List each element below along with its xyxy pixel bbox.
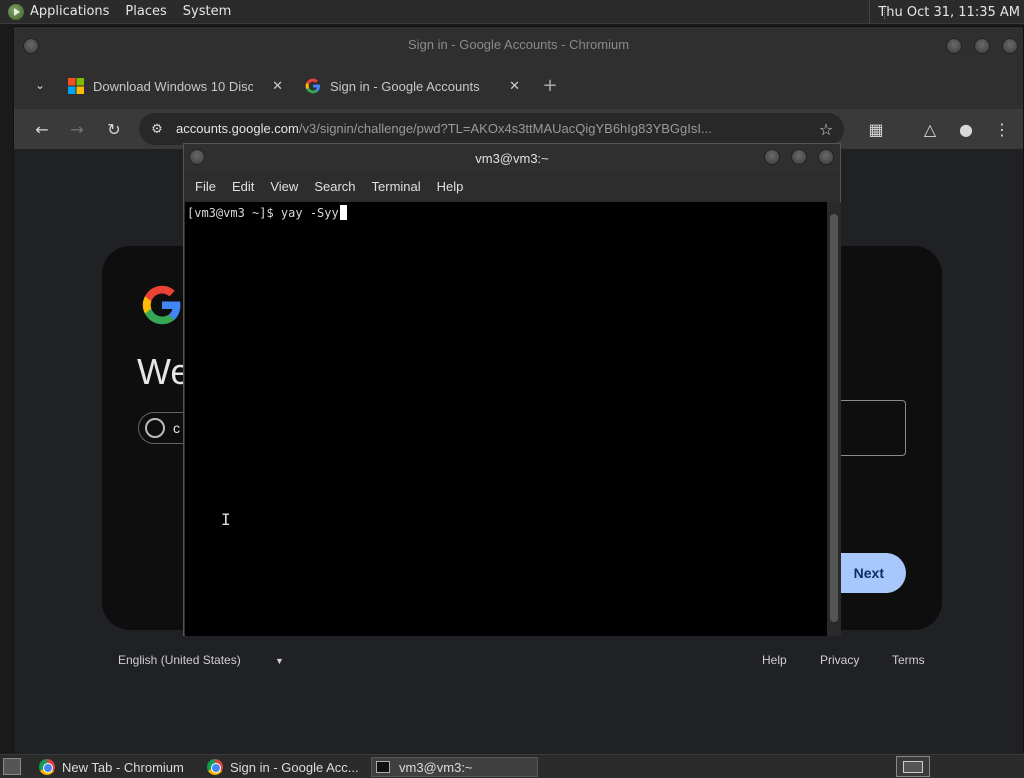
reload-icon[interactable]: ↻ — [104, 119, 124, 139]
terminal-maximize-button[interactable] — [791, 149, 807, 165]
menu-terminal[interactable]: Terminal — [364, 179, 429, 194]
show-desktop-icon[interactable] — [3, 758, 21, 775]
profile-avatar-icon[interactable]: ● — [956, 119, 976, 139]
close-window-button[interactable] — [1002, 38, 1018, 54]
back-arrow-icon[interactable]: ← — [32, 119, 52, 139]
task-label: New Tab - Chromium — [62, 759, 184, 775]
menu-file[interactable]: File — [187, 179, 224, 194]
privacy-link[interactable]: Privacy — [820, 653, 859, 667]
account-email: c — [173, 420, 180, 436]
menu-edit[interactable]: Edit — [224, 179, 262, 194]
scrollbar-thumb[interactable] — [830, 214, 838, 622]
applications-menu[interactable]: Applications — [30, 0, 117, 24]
language-dropdown-icon[interactable]: ▼ — [275, 656, 284, 666]
top-panel: Applications Places System Thu Oct 31, 1… — [0, 0, 1024, 24]
tab-search-chevron-icon[interactable]: ⌄ — [30, 75, 50, 95]
terminal-window: vm3@vm3:~ File Edit View Search Terminal… — [183, 143, 841, 636]
tab-label: Sign in - Google Accounts — [330, 78, 480, 94]
url-text[interactable]: accounts.google.com/v3/signin/challenge/… — [176, 121, 806, 136]
account-circle-icon — [145, 418, 165, 438]
microsoft-logo-icon — [68, 78, 84, 94]
bookmark-star-icon[interactable]: ☆ — [816, 119, 836, 139]
menu-view[interactable]: View — [262, 179, 306, 194]
forward-arrow-icon[interactable]: → — [67, 119, 87, 139]
tab-strip: ⌄ Download Windows 10 Disc ✕ Sign in - G… — [14, 61, 1023, 109]
terminal-scrollbar[interactable] — [827, 202, 841, 636]
chromium-icon — [207, 759, 223, 775]
tab-label: Download Windows 10 Disc — [93, 78, 253, 94]
applications-menu-icon[interactable] — [8, 3, 24, 20]
tab-sign-in-google[interactable]: Sign in - Google Accounts ✕ — [305, 69, 520, 103]
terminal-icon — [376, 761, 390, 773]
terminal-minimize-button[interactable] — [764, 149, 780, 165]
window-menu-button[interactable] — [23, 38, 39, 54]
google-logo-icon — [142, 285, 181, 325]
places-menu[interactable]: Places — [117, 0, 174, 24]
task-new-tab-chromium[interactable]: New Tab - Chromium — [35, 757, 200, 777]
more-menu-icon[interactable]: ⋮ — [992, 119, 1012, 139]
extensions-puzzle-icon[interactable]: ▦ — [866, 119, 886, 139]
task-label: vm3@vm3:~ — [399, 759, 473, 775]
workspace-1[interactable] — [903, 761, 923, 773]
labs-flask-icon[interactable]: △ — [920, 119, 940, 139]
terminal-prompt-line: [vm3@vm3 ~]$ yay -Syy — [187, 205, 347, 220]
task-sign-in-google[interactable]: Sign in - Google Acc... — [203, 757, 369, 777]
terminal-menubar: File Edit View Search Terminal Help — [184, 172, 840, 200]
site-info-icon[interactable]: ⚙ — [147, 119, 167, 139]
address-bar[interactable]: ⚙ accounts.google.com/v3/signin/challeng… — [139, 113, 844, 145]
browser-titlebar[interactable]: Sign in - Google Accounts - Chromium — [14, 27, 1023, 61]
tab-close-icon[interactable]: ✕ — [509, 78, 520, 94]
terminal-window-menu-button[interactable] — [189, 149, 205, 165]
bottom-taskbar: New Tab - Chromium Sign in - Google Acc.… — [0, 754, 1024, 778]
task-terminal[interactable]: vm3@vm3:~ — [371, 757, 538, 777]
language-select[interactable]: English (United States) — [118, 653, 241, 667]
workspace-switcher[interactable] — [896, 756, 930, 777]
mouse-ibeam-cursor-icon: I — [221, 510, 231, 529]
new-tab-plus-icon[interactable]: + — [540, 75, 560, 96]
google-g-icon — [305, 78, 320, 94]
system-menu[interactable]: System — [175, 0, 239, 24]
terminal-titlebar[interactable]: vm3@vm3:~ — [184, 144, 840, 172]
browser-window-title: Sign in - Google Accounts - Chromium — [407, 36, 630, 52]
terminal-close-button[interactable] — [818, 149, 834, 165]
menu-search[interactable]: Search — [306, 179, 363, 194]
terminal-title: vm3@vm3:~ — [475, 150, 549, 166]
text-cursor — [339, 205, 347, 220]
terms-link[interactable]: Terms — [892, 653, 925, 667]
chromium-icon — [39, 759, 55, 775]
clock[interactable]: Thu Oct 31, 11:35 AM — [869, 0, 1020, 24]
task-label: Sign in - Google Acc... — [230, 759, 359, 775]
menu-help[interactable]: Help — [429, 179, 472, 194]
maximize-button[interactable] — [974, 38, 990, 54]
minimize-button[interactable] — [946, 38, 962, 54]
tab-close-icon[interactable]: ✕ — [272, 78, 283, 94]
terminal-output[interactable]: [vm3@vm3 ~]$ yay -Syy — [185, 202, 827, 636]
tab-download-windows[interactable]: Download Windows 10 Disc ✕ — [68, 69, 283, 103]
help-link[interactable]: Help — [762, 653, 787, 667]
